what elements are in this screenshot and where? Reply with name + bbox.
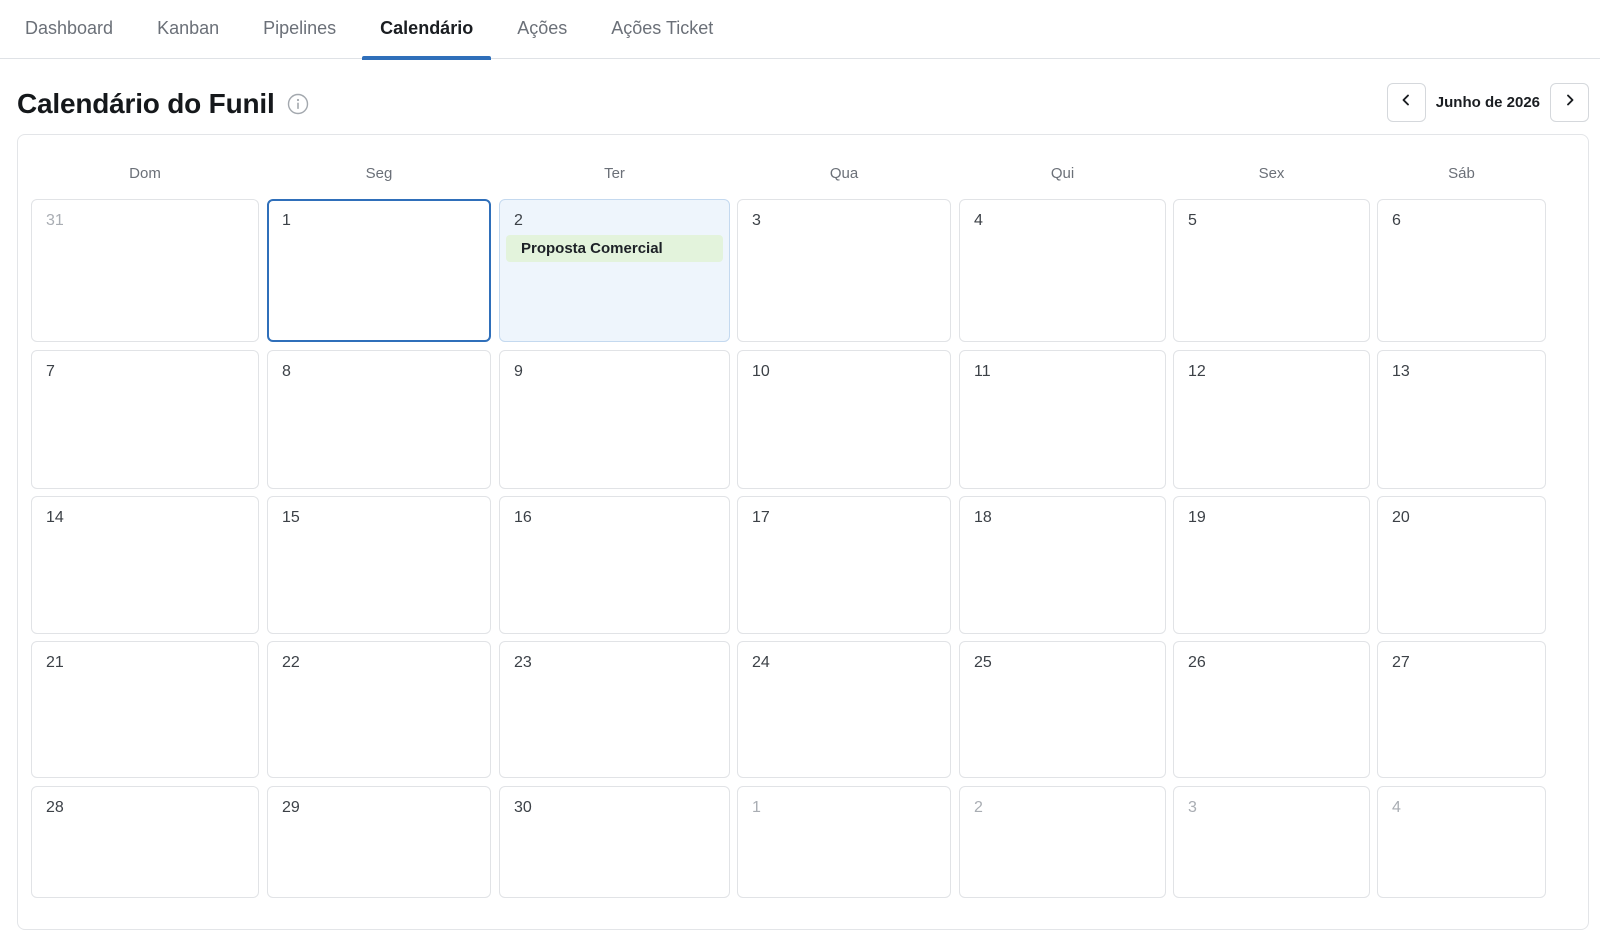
calendar-day-cell[interactable]: 2 Proposta Comercial	[499, 199, 730, 342]
weekday-header: Seg	[365, 165, 393, 182]
current-month-label: Junho de 2026	[1435, 93, 1540, 111]
day-number: 7	[46, 363, 55, 380]
tab-acoes-ticket[interactable]: Ações Ticket	[611, 0, 713, 59]
chevron-left-icon	[1399, 93, 1413, 112]
prev-month-button[interactable]	[1386, 82, 1426, 122]
day-number: 13	[1392, 363, 1410, 380]
calendar-day-cell[interactable]: 31	[31, 199, 259, 342]
calendar-day-cell[interactable]: 30	[499, 786, 730, 898]
calendar-day-cell[interactable]: 20	[1377, 496, 1546, 634]
calendar-day-cell[interactable]: 22	[267, 641, 491, 778]
calendar-day-cell[interactable]: 18	[959, 496, 1166, 634]
calendar-event[interactable]: Proposta Comercial	[506, 235, 723, 262]
day-number: 4	[974, 212, 983, 229]
day-number: 31	[46, 212, 64, 229]
day-number: 11	[974, 363, 991, 380]
day-number: 23	[514, 654, 532, 671]
calendar-day-cell[interactable]: 17	[737, 496, 951, 634]
tab-kanban[interactable]: Kanban	[157, 0, 219, 59]
calendar-day-cell[interactable]: 6	[1377, 199, 1546, 342]
day-number: 1	[282, 212, 291, 229]
calendar-day-cell[interactable]: 16	[499, 496, 730, 634]
chevron-right-icon	[1563, 93, 1577, 112]
day-number: 8	[282, 363, 291, 380]
day-number: 4	[1392, 799, 1401, 816]
day-number: 29	[282, 799, 300, 816]
top-tab-bar: Dashboard Kanban Pipelines Calendário Aç…	[0, 0, 1600, 60]
day-number: 19	[1188, 509, 1206, 526]
day-number: 26	[1188, 654, 1206, 671]
calendar-day-cell[interactable]: 4	[1377, 786, 1546, 898]
day-number: 5	[1188, 212, 1197, 229]
day-number: 24	[752, 654, 770, 671]
day-number: 22	[282, 654, 300, 671]
calendar-day-cell[interactable]: 9	[499, 350, 730, 489]
tab-acoes[interactable]: Ações	[517, 0, 567, 59]
day-number: 25	[974, 654, 992, 671]
calendar-day-cell[interactable]: 13	[1377, 350, 1546, 489]
calendar-day-cell[interactable]: 25	[959, 641, 1166, 778]
calendar-day-cell[interactable]: 8	[267, 350, 491, 489]
tab-calendario[interactable]: Calendário	[362, 0, 492, 60]
page-title: Calendário do Funil	[17, 88, 275, 119]
day-number: 18	[974, 509, 992, 526]
info-circle-icon[interactable]	[287, 93, 309, 115]
calendar-day-cell[interactable]: 7	[31, 350, 259, 489]
calendar-day-cell[interactable]: 24	[737, 641, 951, 778]
day-number: 3	[1188, 799, 1197, 816]
calendar-day-cell[interactable]: 1	[267, 199, 491, 342]
day-number: 20	[1392, 509, 1410, 526]
calendar-day-cell[interactable]: 29	[267, 786, 491, 898]
day-number: 15	[282, 509, 300, 526]
weekday-header: Qui	[1050, 165, 1075, 182]
weekday-header: Qua	[829, 165, 859, 182]
day-number: 14	[46, 509, 64, 526]
day-number: 12	[1188, 363, 1206, 380]
weekday-header: Ter	[604, 165, 625, 182]
calendar-day-cell[interactable]: 14	[31, 496, 259, 634]
day-number: 27	[1392, 654, 1410, 671]
calendar-day-cell[interactable]: 5	[1173, 199, 1370, 342]
next-month-button[interactable]	[1550, 82, 1589, 122]
calendar-day-cell[interactable]: 26	[1173, 641, 1370, 778]
tab-dashboard[interactable]: Dashboard	[25, 0, 113, 59]
day-number: 30	[514, 799, 532, 816]
weekday-header: Sex	[1258, 165, 1285, 182]
calendar-day-cell[interactable]: 3	[737, 199, 951, 342]
day-number: 6	[1392, 212, 1401, 229]
day-number: 2	[974, 799, 983, 816]
weekday-header: Sáb	[1448, 165, 1475, 182]
calendar-day-cell[interactable]: 21	[31, 641, 259, 778]
calendar-day-cell[interactable]: 3	[1173, 786, 1370, 898]
day-number: 1	[752, 799, 761, 816]
day-number: 17	[752, 509, 770, 526]
calendar-day-cell[interactable]: 4	[959, 199, 1166, 342]
day-number: 28	[46, 799, 64, 816]
calendar-day-cell[interactable]: 15	[267, 496, 491, 634]
day-number: 2	[514, 212, 523, 229]
calendar-day-cell[interactable]: 2	[959, 786, 1166, 898]
weekday-header: Dom	[129, 165, 161, 182]
day-number: 21	[46, 654, 64, 671]
calendar-day-cell[interactable]: 28	[31, 786, 259, 898]
calendar-day-cell[interactable]: 23	[499, 641, 730, 778]
calendar-day-cell[interactable]: 1	[737, 786, 951, 898]
tab-pipelines[interactable]: Pipelines	[263, 0, 336, 59]
page-header: Calendário do Funil	[17, 84, 309, 124]
calendar-day-cell[interactable]: 10	[737, 350, 951, 489]
calendar-day-cell[interactable]: 12	[1173, 350, 1370, 489]
calendar-day-cell[interactable]: 11	[959, 350, 1166, 489]
calendar-day-cell[interactable]: 27	[1377, 641, 1546, 778]
day-number: 10	[752, 363, 770, 380]
day-number: 9	[514, 363, 523, 380]
day-number: 3	[752, 212, 761, 229]
month-navigator: Junho de 2026	[1386, 82, 1589, 122]
calendar-day-cell[interactable]: 19	[1173, 496, 1370, 634]
calendar-grid: Dom Seg Ter Qua Qui Sex Sáb 31 1 2 Proposta Comerc…	[17, 134, 1589, 930]
day-number: 16	[514, 509, 532, 526]
